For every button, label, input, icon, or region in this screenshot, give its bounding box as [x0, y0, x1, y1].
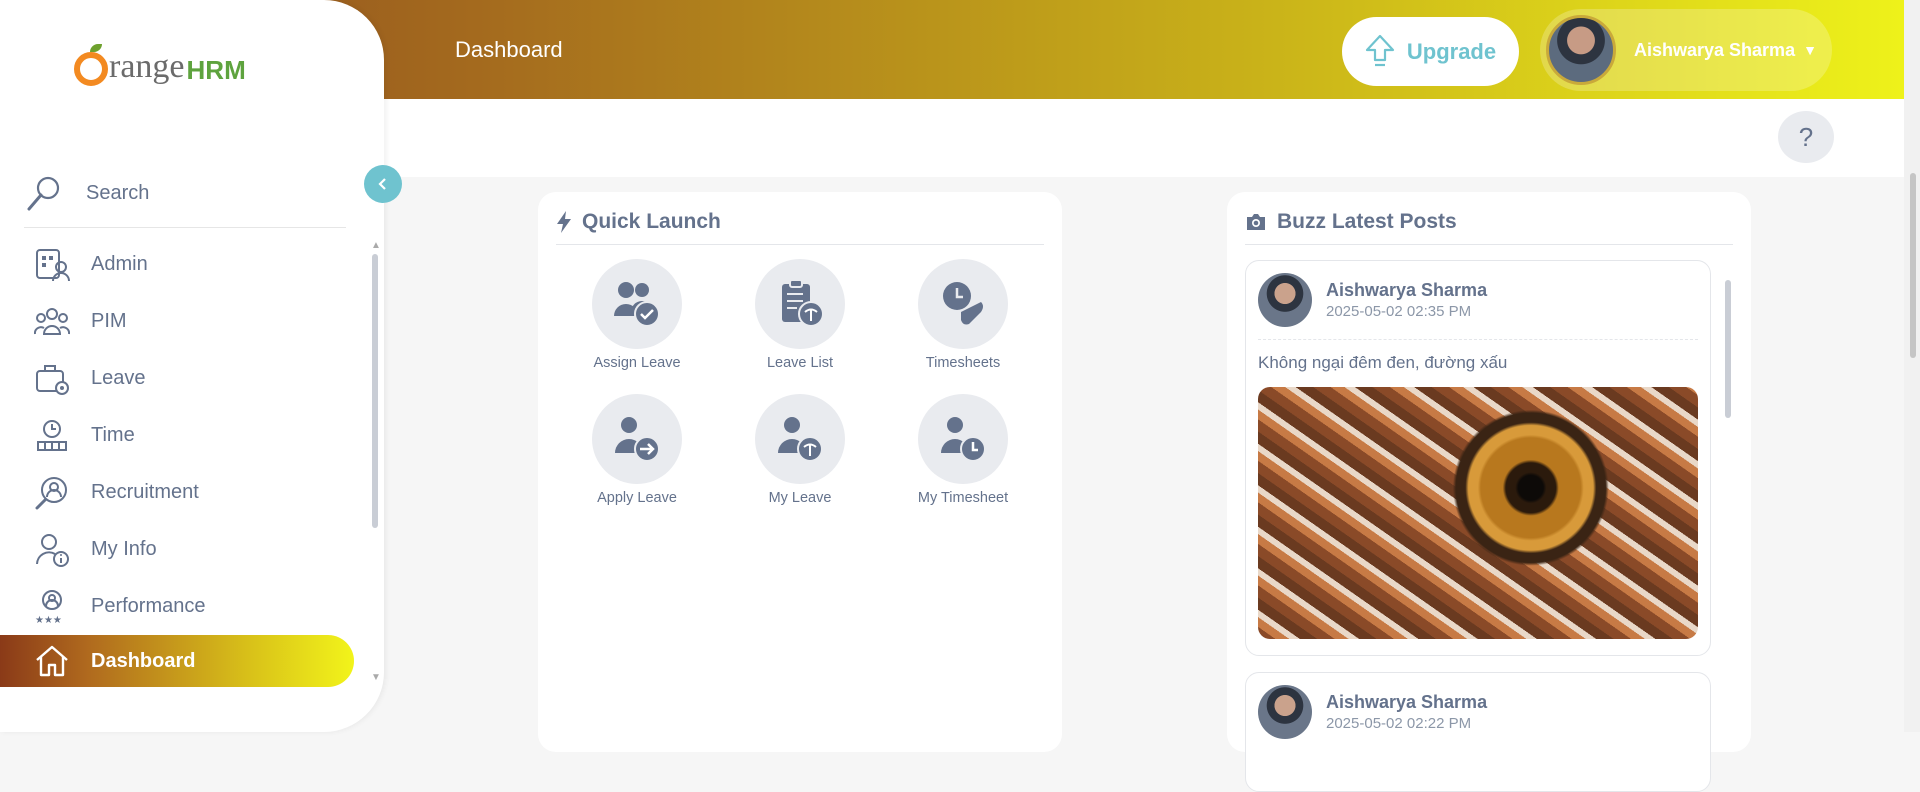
sidebar-item-time[interactable]: Time	[0, 407, 384, 464]
performance-icon: ★★★	[35, 589, 62, 625]
leave-icon	[36, 364, 69, 395]
quick-launch-label: My Timesheet	[917, 490, 1009, 506]
recruitment-icon	[35, 476, 67, 509]
post-header: Aishwarya Sharma 2025-05-02 02:35 PM	[1258, 273, 1487, 327]
divider	[1258, 339, 1698, 340]
page-scrollbar[interactable]	[1904, 0, 1920, 732]
avatar	[1546, 15, 1616, 85]
quick-launch-title: Quick Launch	[582, 210, 721, 233]
page-title: Dashboard	[455, 37, 563, 62]
orange-logo-icon	[74, 44, 108, 86]
camera-icon	[1247, 214, 1265, 230]
post-header: Aishwarya Sharma 2025-05-02 02:22 PM	[1258, 685, 1487, 739]
upgrade-button[interactable]: Upgrade	[1342, 17, 1519, 86]
home-icon	[36, 645, 68, 677]
quick-launch-apply-leave[interactable]: Apply Leave	[577, 394, 697, 506]
time-icon	[37, 419, 67, 451]
search-label: Search	[86, 182, 150, 204]
sidebar-collapse-button[interactable]	[364, 165, 402, 203]
sidebar-search[interactable]: Search	[24, 160, 346, 228]
logo-text: range	[109, 48, 185, 85]
my-info-icon	[36, 533, 69, 567]
sidebar: range HRM Search Admin PIM Leave Time Re…	[0, 0, 384, 732]
sidebar-item-label: My Info	[91, 538, 157, 560]
sidebar-item-label: PIM	[91, 310, 127, 332]
buzz-title: Buzz Latest Posts	[1277, 210, 1457, 233]
divider	[556, 244, 1044, 245]
main-menu: Admin PIM Leave Time Recruitment My Info…	[0, 236, 384, 687]
sidebar-item-label: Leave	[91, 367, 146, 389]
sidebar-item-label: Performance	[91, 595, 206, 617]
search-icon	[27, 176, 60, 210]
sidebar-item-leave[interactable]: Leave	[0, 350, 384, 407]
sidebar-item-dashboard[interactable]: Dashboard	[0, 635, 354, 687]
sidebar-item-admin[interactable]: Admin	[0, 236, 384, 293]
sidebar-item-label: Time	[91, 424, 135, 446]
timesheets-icon	[943, 282, 983, 325]
sub-header	[384, 99, 1904, 177]
sidebar-item-performance[interactable]: ★★★ Performance	[0, 578, 384, 635]
upgrade-arrow-icon	[1365, 34, 1394, 66]
apply-leave-icon	[615, 417, 660, 462]
buzz-scrollbar-thumb[interactable]	[1725, 280, 1731, 418]
scroll-down-icon[interactable]: ▼	[371, 672, 381, 683]
avatar	[1258, 273, 1312, 327]
my-timesheet-icon	[941, 417, 986, 462]
buzz-post[interactable]: Aishwarya Sharma 2025-05-02 02:35 PM Khô…	[1245, 260, 1711, 656]
help-button[interactable]: ?	[1778, 111, 1834, 163]
post-timestamp: 2025-05-02 02:22 PM	[1326, 715, 1472, 732]
post-image[interactable]	[1258, 387, 1698, 639]
sidebar-item-recruitment[interactable]: Recruitment	[0, 464, 384, 521]
quick-launch-leave-list[interactable]: Leave List	[740, 259, 860, 371]
user-name: Aishwarya Sharma	[1634, 39, 1796, 60]
quick-launch-label: Leave List	[766, 355, 834, 371]
divider	[1245, 244, 1733, 245]
pim-icon	[34, 307, 70, 335]
orangehrm-logo[interactable]: range HRM	[74, 44, 246, 86]
user-dropdown[interactable]: Aishwarya Sharma ▼	[1540, 9, 1832, 91]
logo-suffix: HRM	[186, 55, 246, 85]
quick-launch-label: My Leave	[768, 490, 832, 506]
quick-launch-header: Quick Launch	[556, 210, 721, 234]
quick-launch-card: Quick Launch Assign Leave Leave List Tim…	[538, 192, 1062, 752]
svg-text:★★★: ★★★	[35, 615, 62, 625]
quick-launch-my-timesheet[interactable]: My Timesheet	[903, 394, 1023, 506]
lightning-icon	[557, 211, 571, 233]
sidebar-item-pim[interactable]: PIM	[0, 293, 384, 350]
upgrade-label: Upgrade	[1406, 38, 1497, 64]
post-author: Aishwarya Sharma	[1326, 280, 1488, 300]
sidebar-item-label: Admin	[91, 253, 148, 275]
quick-launch-label: Timesheets	[925, 355, 1001, 371]
buzz-card: Buzz Latest Posts Aishwarya Sharma 2025-…	[1227, 192, 1751, 792]
quick-launch-timesheets[interactable]: Timesheets	[903, 259, 1023, 371]
page-scrollbar-thumb[interactable]	[1910, 173, 1916, 358]
admin-icon	[36, 248, 70, 281]
my-leave-icon	[778, 417, 823, 462]
post-text: Không ngại đêm đen, đường xấu	[1258, 353, 1508, 372]
post-author: Aishwarya Sharma	[1326, 692, 1488, 712]
leave-list-icon	[782, 279, 824, 327]
scroll-up-icon[interactable]: ▲	[371, 240, 381, 251]
assign-leave-icon	[614, 282, 660, 327]
quick-launch-label: Assign Leave	[593, 355, 681, 371]
chevron-down-icon: ▼	[1803, 42, 1817, 58]
sidebar-scrollbar-thumb[interactable]	[372, 254, 378, 528]
quick-launch-label: Apply Leave	[597, 490, 677, 506]
buzz-post[interactable]: Aishwarya Sharma 2025-05-02 02:22 PM	[1245, 672, 1711, 792]
buzz-header: Buzz Latest Posts	[1245, 210, 1457, 234]
sidebar-item-label: Dashboard	[91, 649, 196, 672]
quick-launch-assign-leave[interactable]: Assign Leave	[577, 259, 697, 371]
avatar	[1258, 685, 1312, 739]
sidebar-item-my-info[interactable]: My Info	[0, 521, 384, 578]
chevron-left-icon	[378, 178, 386, 190]
post-timestamp: 2025-05-02 02:35 PM	[1326, 303, 1472, 320]
quick-launch-my-leave[interactable]: My Leave	[740, 394, 860, 506]
sidebar-item-label: Recruitment	[91, 481, 199, 503]
